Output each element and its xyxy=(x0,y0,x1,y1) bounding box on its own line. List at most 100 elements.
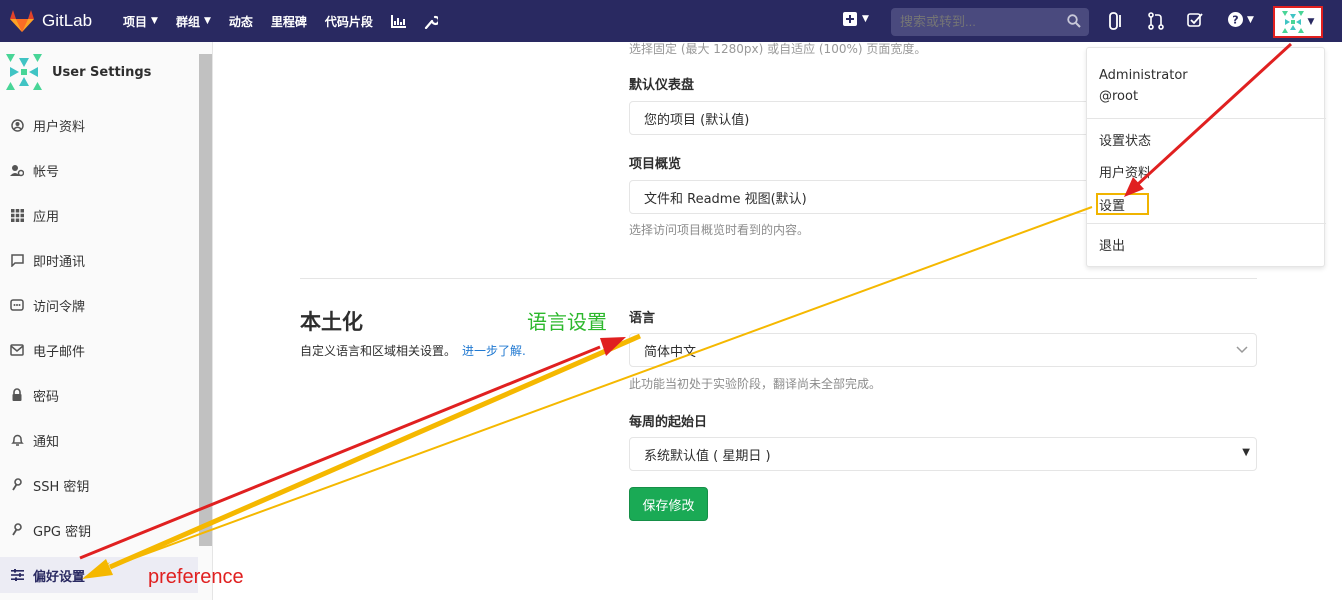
key-icon xyxy=(10,478,24,492)
plus-square-icon xyxy=(843,12,857,26)
svg-text:?: ? xyxy=(1232,14,1238,27)
save-changes-button[interactable]: 保存修改 xyxy=(629,487,708,521)
language-help: 此功能当初处于实验阶段，翻译尚未全部完成。 xyxy=(629,377,882,391)
nav-groups-label: 群组 xyxy=(175,14,200,29)
main-nav: 项目 ▼ 群组 ▼ 动态 里程碑 代码片段 xyxy=(123,0,456,42)
sidebar-item-label: 密码 xyxy=(33,389,60,405)
localization-description: 自定义语言和区域相关设置。 进一步了解. xyxy=(300,342,526,359)
learn-more-link[interactable]: 进一步了解. xyxy=(462,344,526,358)
language-setting-annotation: 语言设置 xyxy=(527,310,607,334)
sidebar-item-label: 通知 xyxy=(33,434,60,450)
bell-icon xyxy=(10,433,24,447)
sign-out-item[interactable]: 退出 xyxy=(1099,235,1125,254)
chevron-down-icon: ▼ xyxy=(151,16,158,26)
sidebar-item-access-tokens[interactable]: 访问令牌 xyxy=(0,287,198,323)
sidebar-item-label: 即时通讯 xyxy=(33,254,86,270)
key-icon xyxy=(10,523,24,537)
sidebar-item-label: 用户资料 xyxy=(33,119,86,135)
nav-projects-label: 项目 xyxy=(123,14,148,29)
question-icon: ? xyxy=(1228,12,1243,27)
settings-sidebar: User Settings 用户资料 帐号 应用 即时通讯 访问令牌 电子邮件 … xyxy=(0,42,213,600)
sidebar-scrollbar[interactable] xyxy=(199,54,212,546)
user-handle: @root xyxy=(1099,89,1139,104)
project-overview-help: 选择访问项目概览时看到的内容。 xyxy=(629,223,810,237)
sidebar-item-chat[interactable]: 即时通讯 xyxy=(0,242,198,278)
nav-snippets-label: 代码片段 xyxy=(324,14,373,29)
chat-icon xyxy=(10,253,24,267)
nav-activity-label: 动态 xyxy=(228,14,253,29)
user-avatar-button[interactable]: ▼ xyxy=(1273,6,1323,38)
help-button[interactable]: ? ▼ xyxy=(1228,12,1254,27)
sidebar-item-notifications[interactable]: 通知 xyxy=(0,422,198,458)
chevron-down-icon: ▼ xyxy=(862,14,869,24)
search-box[interactable] xyxy=(891,8,1089,36)
nav-groups[interactable]: 群组 ▼ xyxy=(176,13,211,30)
user-dropdown-menu: Administrator @root 设置状态 用户资料 设置 退出 xyxy=(1086,47,1326,267)
default-dashboard-label: 默认仪表盘 xyxy=(629,78,695,93)
first-day-select[interactable]: 系统默认值 ( 星期日 ) ▼ xyxy=(629,437,1257,471)
nav-projects[interactable]: 项目 ▼ xyxy=(123,13,158,30)
sidebar-item-gpg-keys[interactable]: GPG 密钥 xyxy=(0,512,198,548)
project-overview-value: 文件和 Readme 视图(默认) xyxy=(644,191,807,207)
localization-desc-text: 自定义语言和区域相关设置。 xyxy=(300,344,457,358)
sidebar-item-account[interactable]: 帐号 xyxy=(0,152,198,188)
search-icon xyxy=(1067,14,1081,28)
avatar-identicon xyxy=(1281,11,1304,33)
set-status-item[interactable]: 设置状态 xyxy=(1099,130,1151,149)
search-input[interactable] xyxy=(900,14,1060,29)
merge-request-icon[interactable] xyxy=(1148,12,1164,30)
wrench-icon[interactable] xyxy=(424,14,438,29)
dropdown-divider xyxy=(1087,223,1326,224)
sidebar-header[interactable]: User Settings xyxy=(6,54,151,90)
localization-title: 本土化 xyxy=(300,310,363,334)
language-value: 简体中文 xyxy=(644,344,697,360)
todo-check-icon[interactable] xyxy=(1187,12,1203,28)
user-name: Administrator xyxy=(1099,68,1188,83)
nav-milestones-label: 里程碑 xyxy=(270,14,307,29)
sliders-icon xyxy=(10,568,24,582)
sidebar-item-label: 电子邮件 xyxy=(33,344,86,360)
account-gear-icon xyxy=(10,163,24,177)
profile-item[interactable]: 用户资料 xyxy=(1099,162,1151,181)
sidebar-item-label: SSH 密钥 xyxy=(33,479,90,495)
chart-icon[interactable] xyxy=(390,14,406,28)
first-day-label: 每周的起始日 xyxy=(629,415,708,430)
gitlab-logo[interactable]: GitLab xyxy=(10,10,92,32)
nav-milestones[interactable]: 里程碑 xyxy=(271,13,307,30)
sidebar-item-label: 偏好设置 xyxy=(33,569,86,585)
chevron-down-icon: ▼ xyxy=(1307,17,1315,27)
nav-activity[interactable]: 动态 xyxy=(229,13,253,30)
settings-highlight-box xyxy=(1096,193,1149,215)
sidebar-item-label: 访问令牌 xyxy=(33,299,86,315)
chevron-down-icon xyxy=(1236,346,1248,354)
sidebar-item-applications[interactable]: 应用 xyxy=(0,197,198,233)
lock-icon xyxy=(10,388,24,402)
sidebar-item-profile[interactable]: 用户资料 xyxy=(0,107,198,143)
sidebar-item-label: GPG 密钥 xyxy=(33,524,92,540)
brand-name: GitLab xyxy=(42,11,93,30)
sidebar-title: User Settings xyxy=(52,64,152,80)
language-select[interactable]: 简体中文 xyxy=(629,333,1257,367)
top-navbar: GitLab 项目▼ 群组▼ 动态 里程碑 代码片段 ▼ ? ▼ ▼ xyxy=(0,0,1342,42)
grid-icon xyxy=(10,208,24,222)
default-dashboard-value: 您的项目 (默认值) xyxy=(644,112,750,128)
sidebar-item-emails[interactable]: 电子邮件 xyxy=(0,332,198,368)
avatar-identicon xyxy=(6,54,42,90)
tanuki-icon xyxy=(10,10,34,32)
caret-down-icon: ▼ xyxy=(1242,447,1250,458)
dropdown-divider xyxy=(1087,118,1326,119)
section-divider xyxy=(300,278,1257,279)
sidebar-item-password[interactable]: 密码 xyxy=(0,377,198,413)
nav-snippets[interactable]: 代码片段 xyxy=(325,13,373,30)
token-icon xyxy=(10,298,24,312)
sidebar-item-label: 帐号 xyxy=(33,164,60,180)
layout-width-help: 选择固定 (最大 1280px) 或自适应 (100%) 页面宽度。 xyxy=(629,42,927,56)
issues-icon[interactable] xyxy=(1109,12,1123,30)
sidebar-item-ssh-keys[interactable]: SSH 密钥 xyxy=(0,467,198,503)
preference-annotation: preference xyxy=(148,566,244,588)
chevron-down-icon: ▼ xyxy=(1247,14,1254,25)
sidebar-item-label: 应用 xyxy=(33,209,60,225)
envelope-icon xyxy=(10,343,24,357)
new-item-button[interactable]: ▼ xyxy=(843,12,869,26)
language-label: 语言 xyxy=(629,311,656,326)
